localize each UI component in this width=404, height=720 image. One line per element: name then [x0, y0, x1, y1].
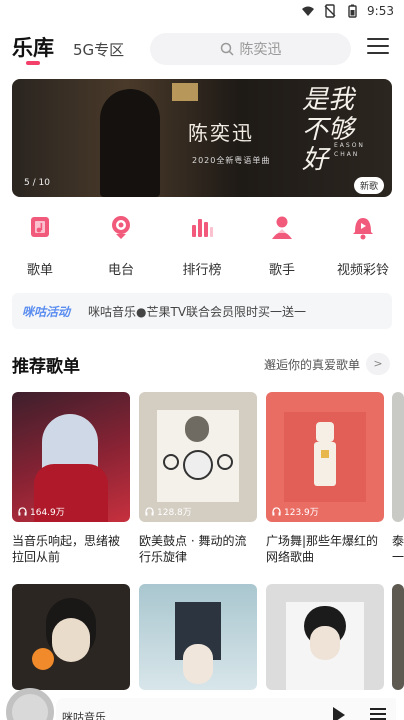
playlist-cover: 164.9万 [12, 392, 130, 522]
chevron-right-icon[interactable]: > [366, 353, 390, 375]
singer-icon [272, 216, 292, 239]
play-count-value: 123.9万 [284, 508, 319, 518]
album-disc[interactable] [6, 688, 54, 720]
status-bar: 9:53 [0, 0, 404, 26]
search-placeholder: 陈奕迅 [239, 42, 282, 58]
wifi-icon [302, 6, 315, 16]
activity-notice[interactable]: 咪咕活动 咪咕音乐●芒果TV联合会员限时买一送一 [12, 293, 392, 329]
playlist-title: 泰一 [392, 534, 404, 564]
quick-entry-label: 视频彩铃 [336, 263, 389, 278]
playlist-cover [266, 584, 384, 690]
quick-entry-singer[interactable]: 歌手 [252, 213, 312, 278]
play-count-value: 128.8万 [157, 508, 192, 518]
banner-english-name: EASON CHAN [334, 142, 365, 158]
playlist-card[interactable] [12, 584, 130, 690]
quick-entry-label: 歌单 [26, 263, 53, 278]
quick-entry-chart[interactable]: 排行榜 [172, 213, 232, 278]
banner-page-indicator: 5 / 10 [24, 178, 50, 188]
top-bar: 乐库 5G专区 陈奕迅 [0, 30, 404, 70]
mini-player[interactable]: 咪咕音乐 [0, 688, 404, 720]
playlist-queue-icon[interactable] [370, 708, 386, 720]
quick-entry-label: 电台 [107, 263, 134, 278]
player-song-name: 咪咕音乐 [62, 711, 106, 720]
headphones-icon [272, 507, 281, 516]
playlist-title: 广场舞|那些年爆红的网络歌曲 [266, 534, 379, 564]
headphones-icon [18, 507, 27, 516]
headphones-icon [145, 507, 154, 516]
activity-tag: 咪咕活动 [22, 304, 71, 319]
menu-icon [367, 38, 389, 40]
section-more-link[interactable]: 邂逅你的真爱歌单 [264, 356, 360, 373]
playlist-title: 当音乐响起，思绪被拉回从前 [12, 534, 121, 564]
new-song-badge: 新歌 [353, 177, 384, 194]
banner-artist-text: 陈奕迅 [188, 121, 254, 145]
playlist-card[interactable]: 164.9万 当音乐响起，思绪被拉回从前 [12, 392, 130, 565]
menu-button[interactable] [367, 38, 389, 58]
banner-subtitle: 2020全新粤语单曲 [192, 156, 271, 165]
play-icon[interactable] [333, 707, 345, 720]
playlist-cover: 123.9万 [266, 392, 384, 522]
play-count: 128.8万 [145, 505, 192, 518]
playlist-card[interactable] [139, 584, 257, 690]
play-count-value: 164.9万 [30, 508, 65, 518]
play-count: 123.9万 [272, 505, 319, 518]
playlist-cover: 128.8万 [139, 392, 257, 522]
battery-icon [348, 4, 357, 18]
banner-artist-image [100, 89, 160, 197]
quick-entry-label: 歌手 [268, 263, 295, 278]
radio-icon [112, 216, 130, 239]
search-icon [220, 42, 234, 56]
quick-entry-label: 排行榜 [182, 263, 222, 278]
search-input[interactable]: 陈奕迅 [150, 33, 351, 65]
playlist-cover [392, 584, 404, 690]
section-title: 推荐歌单 [12, 357, 80, 377]
playlist-card[interactable]: 123.9万 广场舞|那些年爆红的网络歌曲 [266, 392, 384, 565]
quick-entry-radio[interactable]: 电台 [91, 213, 151, 278]
playlist-card[interactable]: 泰一 [392, 392, 404, 565]
playlist-card[interactable] [392, 584, 404, 690]
playlist-title: 欧美鼓点 · 舞动的流行乐旋律 [139, 534, 247, 564]
songlist-icon [31, 217, 49, 237]
banner-song-title: 是我不够好 [302, 85, 355, 175]
tab-music-library[interactable]: 乐库 [12, 32, 54, 62]
play-count: 164.9万 [18, 505, 65, 518]
quick-entries: 歌单 电台 排行榜 歌手 视频彩铃 [0, 213, 404, 281]
clock: 9:53 [367, 4, 394, 18]
playlist-cover [139, 584, 257, 690]
activity-text: 咪咕音乐●芒果TV联合会员限时买一送一 [88, 304, 307, 319]
playlist-card[interactable] [266, 584, 384, 690]
chart-icon [192, 219, 213, 237]
quick-entry-video-ringtone[interactable]: 视频彩铃 [333, 213, 393, 278]
banner-window-light [172, 83, 198, 101]
tab-5g-zone[interactable]: 5G专区 [73, 39, 124, 60]
playlist-cover [392, 392, 404, 522]
no-sim-icon [324, 4, 336, 18]
playlist-cover [12, 584, 130, 690]
player-bar [56, 698, 396, 720]
quick-entry-songlist[interactable]: 歌单 [10, 213, 70, 278]
playlist-card[interactable]: 128.8万 欧美鼓点 · 舞动的流行乐旋律 [139, 392, 257, 565]
active-tab-indicator [26, 61, 40, 65]
banner-carousel[interactable]: 陈奕迅 2020全新粤语单曲 是我不够好 EASON CHAN 5 / 10 新… [12, 79, 392, 197]
video-ringtone-icon [353, 218, 373, 240]
